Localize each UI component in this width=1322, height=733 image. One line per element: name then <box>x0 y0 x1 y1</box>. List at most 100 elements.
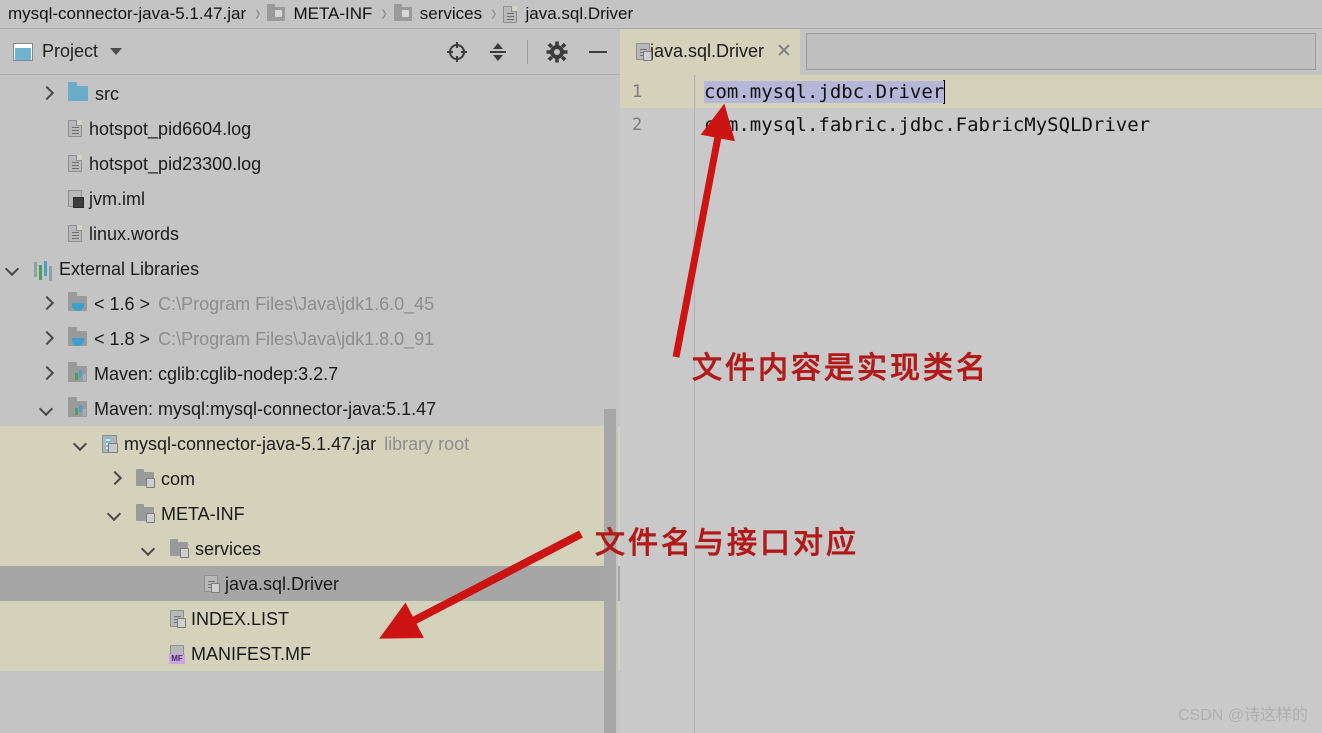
project-tool-window: Project src hotspot_pid6604.log hotspot_… <box>0 28 620 733</box>
breadcrumb-item-driver[interactable]: java.sql.Driver <box>503 0 635 28</box>
file-lock-icon <box>204 575 220 593</box>
tree-row[interactable]: hotspot_pid6604.log <box>0 111 620 146</box>
tree-row[interactable]: jvm.iml <box>0 181 620 216</box>
project-scrollbar-track[interactable] <box>604 76 618 733</box>
editor-body[interactable]: 1 2 com.mysql.jdbc.Driver com.mysql.fabr… <box>620 75 1322 733</box>
collapse-all-icon[interactable] <box>486 40 510 64</box>
project-scrollbar-thumb[interactable] <box>604 409 616 733</box>
tree-row-label: hotspot_pid23300.log <box>89 153 262 174</box>
jdk-icon <box>68 292 87 311</box>
tree-row[interactable]: hotspot_pid23300.log <box>0 146 620 181</box>
tree-row[interactable]: INDEX.LIST <box>0 601 620 636</box>
tree-row-content: INDEX.LIST <box>170 610 289 628</box>
maven-lib-icon <box>68 396 87 417</box>
file-icon <box>68 120 82 137</box>
tree-row[interactable]: External Libraries <box>0 251 620 286</box>
chevron-right-icon[interactable] <box>38 330 56 348</box>
chevron-down-icon[interactable] <box>140 540 158 558</box>
file-lock-icon <box>170 610 186 628</box>
tree-row[interactable]: < 1.8 > C:\Program Files\Java\jdk1.8.0_91 <box>0 321 620 356</box>
locate-in-tree-icon[interactable] <box>445 40 469 64</box>
breadcrumb-separator: › <box>381 0 387 26</box>
tree-row-content: services <box>170 538 262 559</box>
breadcrumb-label: services <box>419 4 483 23</box>
tree-row[interactable]: META-INF <box>0 496 620 531</box>
tree-row-label: linux.words <box>89 223 180 244</box>
package-folder-icon <box>136 468 155 488</box>
file-icon <box>503 5 518 23</box>
breadcrumb-item-jar[interactable]: mysql-connector-java-5.1.47.jar <box>6 0 248 28</box>
breadcrumb-label: META-INF <box>293 4 373 23</box>
tree-row-content: jvm.iml <box>68 190 145 208</box>
maven-lib-icon <box>68 361 87 382</box>
chevron-right-icon[interactable] <box>38 365 56 383</box>
minimize-icon[interactable] <box>586 40 610 64</box>
tree-row[interactable]: com <box>0 461 620 496</box>
tree-row-content: hotspot_pid23300.log <box>68 155 261 173</box>
tree-row[interactable]: Maven: cglib:cglib-nodep:3.2.7 <box>0 356 620 391</box>
breadcrumb-item-services[interactable]: services <box>393 0 484 28</box>
code-line-2[interactable]: com.mysql.fabric.jdbc.FabricMySQLDriver <box>696 108 1322 141</box>
annotation-file-content: 文件内容是实现类名 <box>692 351 989 386</box>
breadcrumb-item-meta-inf[interactable]: META-INF <box>267 0 374 28</box>
breadcrumb-label: java.sql.Driver <box>525 4 634 23</box>
file-icon <box>68 225 82 242</box>
chevron-down-icon[interactable] <box>106 505 124 523</box>
selected-text: com.mysql.jdbc.Driver <box>704 80 945 103</box>
project-tree[interactable]: src hotspot_pid6604.log hotspot_pid23300.l… <box>0 76 620 733</box>
tree-row[interactable]: java.sql.Driver <box>0 566 620 601</box>
tree-row-content: < 1.6 > C:\Program Files\Java\jdk1.6.0_45 <box>68 292 435 314</box>
project-panel-header: Project <box>0 29 620 75</box>
tree-row[interactable]: MANIFEST.MF <box>0 636 620 671</box>
code-line-1[interactable]: com.mysql.jdbc.Driver <box>696 75 1322 108</box>
chevron-down-icon[interactable] <box>110 48 123 55</box>
chevron-right-icon[interactable] <box>38 295 56 313</box>
editor-gutter[interactable]: 1 2 <box>620 75 695 733</box>
tree-row-label: INDEX.LIST <box>191 608 290 629</box>
tree-row[interactable]: services <box>0 531 620 566</box>
tree-row-content: mysql-connector-java-5.1.47.jar library r… <box>102 433 470 454</box>
tree-row[interactable]: Maven: mysql:mysql-connector-java:5.1.47 <box>0 391 620 426</box>
chevron-down-icon[interactable] <box>72 435 90 453</box>
folder-blue-icon <box>68 82 88 101</box>
line-number: 1 <box>620 75 694 108</box>
editor-tabbar: java.sql.Driver ✕ <box>620 29 1322 75</box>
breadcrumb-separator: › <box>255 0 261 26</box>
chevron-right-icon[interactable] <box>106 470 124 488</box>
chevron-right-icon[interactable] <box>38 85 56 103</box>
tree-row[interactable]: src <box>0 76 620 111</box>
ide-window: mysql-connector-java-5.1.47.jar › META-I… <box>0 0 1322 733</box>
tree-row-suffix: library root <box>384 433 470 454</box>
tabbar-empty-area <box>805 33 1316 70</box>
tree-row[interactable]: linux.words <box>0 216 620 251</box>
iml-file-icon <box>68 190 84 208</box>
line-number: 2 <box>632 114 643 135</box>
close-icon[interactable]: ✕ <box>776 42 792 61</box>
chevron-down-icon[interactable] <box>4 260 22 278</box>
project-title-group[interactable]: Project <box>0 41 123 62</box>
toolbar-divider <box>527 40 528 64</box>
tree-row-label: mysql-connector-java-5.1.47.jar <box>124 433 377 454</box>
chevron-down-icon[interactable] <box>38 400 56 418</box>
tree-row[interactable]: < 1.6 > C:\Program Files\Java\jdk1.6.0_45 <box>0 286 620 321</box>
folder-icon <box>393 4 412 21</box>
gear-icon[interactable] <box>545 40 569 64</box>
tree-row-label: com <box>161 468 196 489</box>
breadcrumb-separator: › <box>491 0 497 26</box>
tree-row-label: Maven: mysql:mysql-connector-java:5.1.47 <box>94 398 437 419</box>
package-folder-icon <box>170 538 189 558</box>
editor-code[interactable]: com.mysql.jdbc.Driver com.mysql.fabric.j… <box>696 75 1322 733</box>
tree-row[interactable]: mysql-connector-java-5.1.47.jar library r… <box>0 426 620 461</box>
tree-row-label: services <box>195 538 262 559</box>
jar-icon <box>102 434 118 453</box>
tab-java-sql-driver[interactable]: java.sql.Driver ✕ <box>620 29 800 75</box>
tree-row-suffix: C:\Program Files\Java\jdk1.6.0_45 <box>158 293 435 314</box>
tree-row-label: hotspot_pid6604.log <box>89 118 252 139</box>
tree-row-content: META-INF <box>136 503 245 523</box>
package-folder-icon <box>136 503 155 523</box>
code-text: com.mysql.fabric.jdbc.FabricMySQLDriver <box>704 113 1151 136</box>
library-icon <box>34 260 52 277</box>
tree-row-label: < 1.6 > <box>94 293 151 314</box>
tree-row-content: java.sql.Driver <box>204 575 339 593</box>
tree-row-label: MANIFEST.MF <box>191 643 311 664</box>
